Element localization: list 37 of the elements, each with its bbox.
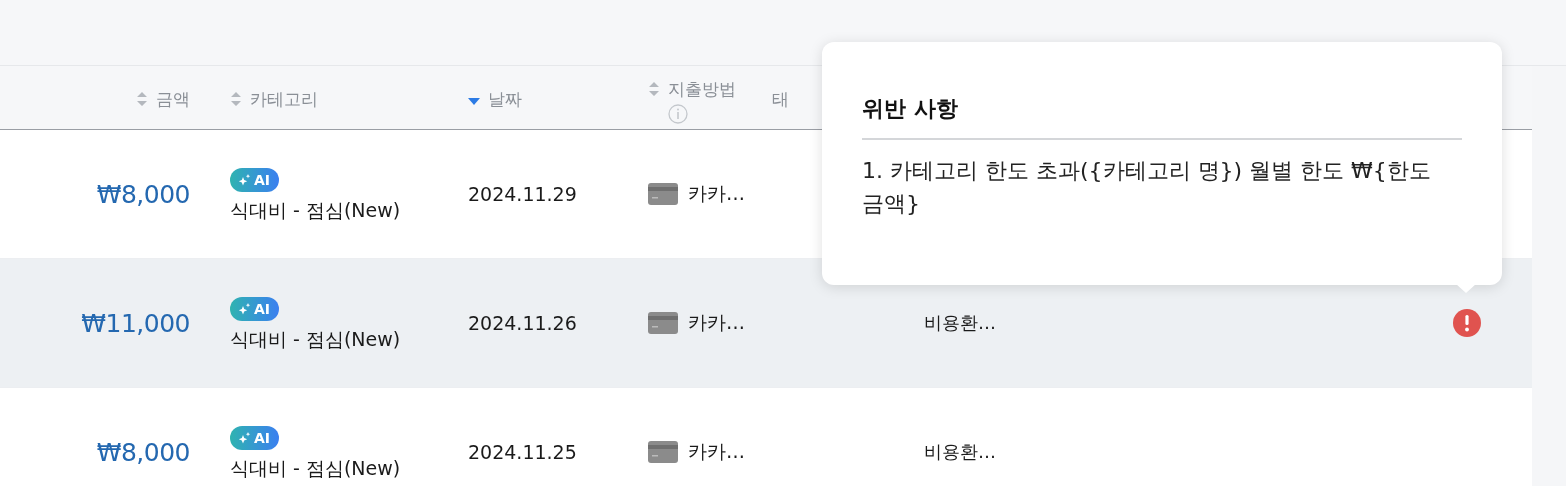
sparkle-icon <box>238 302 251 316</box>
sort-icon[interactable] <box>648 81 660 97</box>
sparkle-icon <box>238 173 251 187</box>
date-cell-text: 2024.11.26 <box>468 312 578 334</box>
table-cell: 비용환… <box>924 312 996 333</box>
table-cell: 비용환… <box>924 441 996 462</box>
category-cell-text: 식대비 - 점심(New) <box>230 456 401 481</box>
column-header[interactable]: 태 <box>772 88 789 110</box>
sparkle-icon <box>238 431 251 445</box>
tooltip-title: 위반 사항 <box>862 94 1462 140</box>
date-cell-text: 2024.11.29 <box>468 183 578 205</box>
ai-badge: AI <box>230 168 280 192</box>
column-header[interactable]: 카테고리 <box>250 88 318 110</box>
column-header[interactable]: 날짜 <box>488 88 522 110</box>
table-row[interactable]: ₩11,000 AI 식대비 - 점심(New) 2024.11.26 카카… 비용환… <box>0 259 1532 388</box>
payment-cell-text: 카카… <box>688 310 745 335</box>
amount-cell: ₩8,000 <box>96 179 190 209</box>
credit-card-icon <box>648 183 678 205</box>
date-cell-text: 2024.11.25 <box>468 441 578 463</box>
info-icon[interactable] <box>668 104 688 124</box>
amount-cell: ₩8,000 <box>96 437 190 467</box>
payment-cell-text: 카카… <box>688 439 745 464</box>
warning-icon[interactable] <box>1452 308 1482 338</box>
sort-icon[interactable] <box>136 91 148 107</box>
sort-icon[interactable] <box>230 91 242 107</box>
category-cell-text: 식대비 - 점심(New) <box>230 198 401 223</box>
sort-descending-icon[interactable] <box>468 98 480 106</box>
credit-card-icon <box>648 312 678 334</box>
ai-badge: AI <box>230 297 280 321</box>
tooltip-text: 1. 카테고리 한도 초과({카테고리 명}) 월별 한도 ₩{한도금액} <box>862 157 1432 218</box>
amount-cell: ₩11,000 <box>81 308 190 338</box>
ai-badge: AI <box>230 426 280 450</box>
payment-cell-text: 카카… <box>688 181 745 206</box>
column-header[interactable]: 금액 <box>156 88 190 110</box>
credit-card-icon <box>648 441 678 463</box>
column-header[interactable]: 지출방법 <box>668 78 736 100</box>
category-cell-text: 식대비 - 점심(New) <box>230 327 401 352</box>
